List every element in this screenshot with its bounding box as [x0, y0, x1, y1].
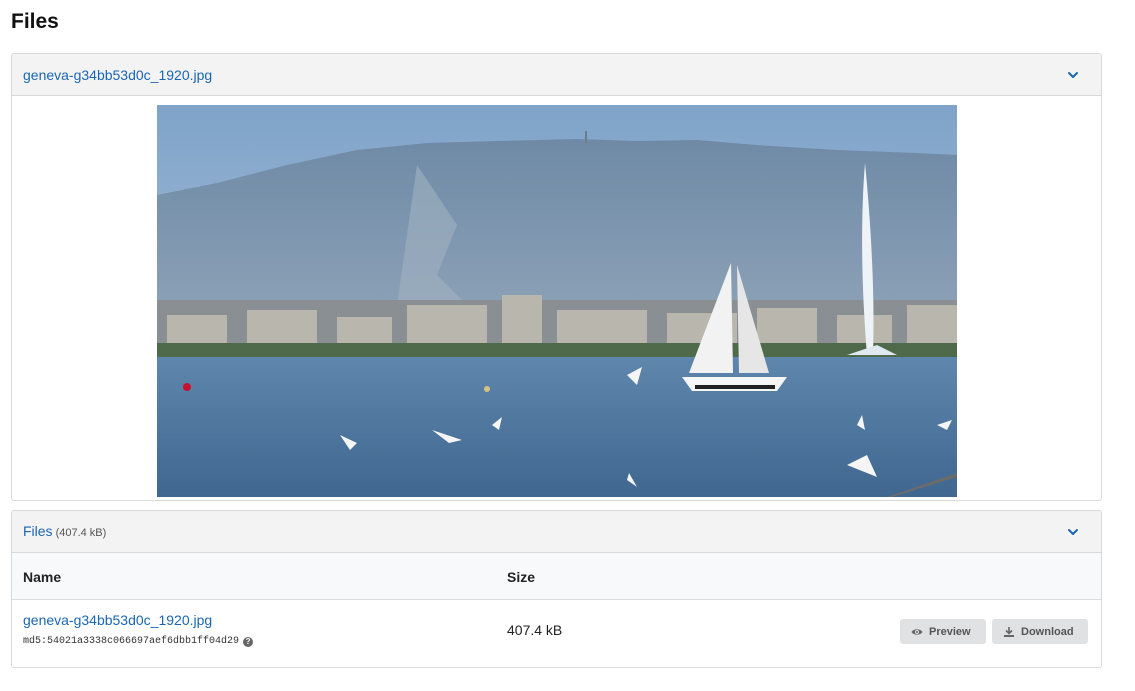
download-button[interactable]: Download	[992, 619, 1088, 644]
page-title: Files	[11, 10, 59, 33]
column-header-name: Name	[23, 569, 62, 585]
file-preview-panel: geneva-g34bb53d0c_1920.jpg	[11, 53, 1102, 501]
checksum-text: md5:54021a3338c066697aef6dbb1ff04d29	[23, 636, 240, 647]
download-button-label: Download	[1021, 625, 1074, 638]
preview-button[interactable]: Preview	[900, 619, 986, 644]
question-circle-icon[interactable]: ?	[243, 636, 254, 647]
geneva-photo	[157, 105, 957, 497]
files-total-size: (407.4 kB)	[55, 526, 107, 539]
preview-button-label: Preview	[929, 625, 971, 638]
preview-body	[12, 96, 1101, 499]
file-size: 407.4 kB	[507, 622, 563, 638]
files-table-header: Name Size	[12, 553, 1101, 600]
files-panel-title-group: Files (407.4 kB)	[23, 523, 106, 541]
file-checksum: md5:54021a3338c066697aef6dbb1ff04d29 ?	[23, 636, 254, 647]
files-panel-title[interactable]: Files	[23, 523, 53, 539]
file-name-link[interactable]: geneva-g34bb53d0c_1920.jpg	[23, 612, 212, 628]
chevron-down-icon[interactable]	[1067, 526, 1079, 538]
preview-panel-header[interactable]: geneva-g34bb53d0c_1920.jpg	[12, 54, 1101, 96]
chevron-down-icon[interactable]	[1067, 69, 1079, 81]
download-icon	[1004, 626, 1014, 637]
files-panel: Files (407.4 kB) Name Size geneva-g34bb53…	[11, 510, 1102, 668]
files-panel-header[interactable]: Files (407.4 kB)	[12, 511, 1101, 553]
column-header-size: Size	[507, 569, 536, 585]
eye-icon	[911, 628, 923, 635]
table-row: geneva-g34bb53d0c_1920.jpg md5:54021a333…	[12, 600, 1101, 664]
preview-filename-link[interactable]: geneva-g34bb53d0c_1920.jpg	[23, 67, 212, 83]
